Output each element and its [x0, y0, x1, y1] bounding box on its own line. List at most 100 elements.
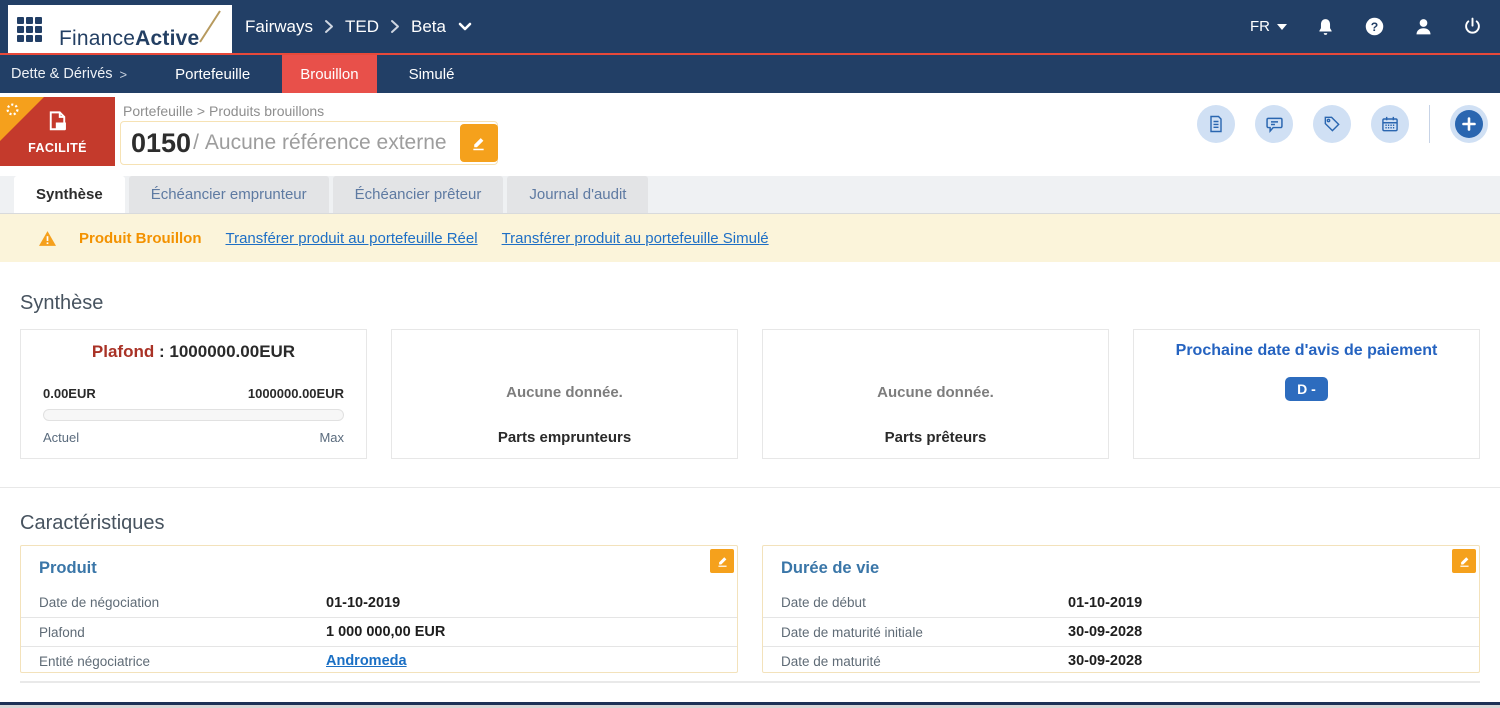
- row-label: Date de maturité initiale: [781, 624, 923, 640]
- nav-item-portefeuille[interactable]: Portefeuille: [157, 55, 268, 93]
- header-action-buttons: [1197, 105, 1488, 143]
- language-label: FR: [1250, 18, 1270, 35]
- row-value: 30-09-2028: [1068, 624, 1143, 640]
- draft-warning-banner: Produit Brouillon Transférer produit au …: [0, 214, 1500, 262]
- edit-pencil-icon: [473, 137, 484, 150]
- module-navbar: Dette & Dérivés > Portefeuille Brouillon…: [0, 55, 1500, 93]
- row-label: Date de maturité: [781, 653, 881, 669]
- d-minus-badge: D -: [1285, 377, 1328, 401]
- divider: [1429, 105, 1430, 143]
- no-data-text: Aucune donnée.: [506, 384, 623, 401]
- tab-echeancier-emprunteur[interactable]: Échéancier emprunteur: [128, 176, 329, 213]
- nav-item-brouillon[interactable]: Brouillon: [282, 55, 377, 93]
- plafond-card: Plafond : 1000000.00EUR 0.00EUR 1000000.…: [20, 329, 367, 459]
- transfer-reel-link[interactable]: Transférer produit au portefeuille Réel: [225, 230, 477, 247]
- breadcrumb: Fairways TED Beta: [245, 17, 473, 37]
- add-button[interactable]: [1450, 105, 1488, 143]
- facility-label: FACILITÉ: [28, 140, 87, 155]
- calendar-button[interactable]: [1371, 105, 1409, 143]
- table-row: Date de début 01-10-2019: [763, 588, 1479, 617]
- tab-synthese[interactable]: Synthèse: [14, 176, 125, 213]
- edit-pencil-icon: [717, 556, 727, 567]
- chevron-down-icon[interactable]: [457, 21, 473, 33]
- logo-slash-icon: [199, 10, 222, 43]
- plus-icon: [1455, 110, 1483, 138]
- breadcrumb-item-ted[interactable]: TED: [345, 17, 379, 37]
- nav-item-simule[interactable]: Simulé: [391, 55, 473, 93]
- caption-actuel: Actuel: [43, 430, 80, 445]
- product-header: FACILITÉ Portefeuille > Produits brouill…: [0, 93, 1500, 176]
- nav-section-label: Dette & Dérivés: [11, 66, 113, 82]
- parts-preteurs-card: Aucune donnée. Parts prêteurs: [762, 329, 1109, 459]
- notifications-bell-icon[interactable]: [1314, 16, 1336, 38]
- tab-journal-audit[interactable]: Journal d'audit: [507, 176, 649, 213]
- prochaine-date-card: Prochaine date d'avis de paiement D -: [1133, 329, 1480, 459]
- no-data-text: Aucune donnée.: [877, 384, 994, 401]
- main-content: Synthèse Plafond : 1000000.00EUR 0.00EUR…: [0, 292, 1500, 683]
- comment-icon: [1265, 117, 1283, 133]
- language-selector[interactable]: FR: [1250, 18, 1287, 35]
- product-reference-placeholder: Aucune référence externe: [204, 131, 447, 154]
- document-copy-icon: [49, 110, 66, 130]
- table-row: Date de maturité 30-09-2028: [763, 646, 1479, 675]
- plafond-min: 0.00EUR: [43, 386, 96, 401]
- app-grid-icon[interactable]: [17, 16, 42, 42]
- edit-reference-button[interactable]: [459, 124, 498, 162]
- logo-finance: Finance: [59, 27, 136, 50]
- tab-echeancier-preteur[interactable]: Échéancier prêteur: [332, 176, 504, 213]
- caption-max: Max: [319, 430, 344, 445]
- table-row: Date de maturité initiale 30-09-2028: [763, 617, 1479, 646]
- synthese-section-title: Synthèse: [20, 292, 104, 314]
- parts-preteurs-title: Parts prêteurs: [884, 429, 987, 446]
- entite-negociatrice-link[interactable]: Andromeda: [326, 653, 407, 669]
- documents-button[interactable]: [1197, 105, 1235, 143]
- duree-de-vie-panel: Durée de vie Date de début 01-10-2019 Da…: [762, 545, 1480, 673]
- topbar-controls: FR ?: [1250, 16, 1500, 38]
- warning-triangle-icon: [39, 230, 56, 246]
- edit-pencil-icon: [1459, 556, 1469, 567]
- chevron-right-icon: [390, 19, 400, 34]
- help-icon[interactable]: ?: [1363, 16, 1385, 38]
- row-value: 01-10-2019: [326, 594, 401, 611]
- product-title-box: 0150 / Aucune référence externe: [120, 121, 498, 165]
- plafond-progress-bar: [43, 409, 344, 421]
- chevron-right-icon: [324, 19, 334, 34]
- title-separator: /: [193, 131, 199, 154]
- row-label: Date de négociation: [39, 595, 160, 610]
- plafond-label: Plafond: [91, 342, 155, 361]
- produit-panel: Produit Date de négociation 01-10-2019 P…: [20, 545, 738, 673]
- product-breadcrumb: Portefeuille > Produits brouillons: [123, 103, 325, 119]
- row-value: 30-09-2028: [1068, 653, 1143, 669]
- row-label: Plafond: [39, 624, 85, 640]
- table-row: Plafond 1 000 000,00 EUR: [21, 617, 737, 646]
- logout-power-icon[interactable]: [1461, 16, 1483, 38]
- nav-section-dette-derives[interactable]: Dette & Dérivés >: [0, 55, 141, 93]
- chevron-right-icon: >: [119, 66, 128, 82]
- edit-produit-button[interactable]: [710, 549, 734, 573]
- footer-edge: [0, 702, 1500, 708]
- paiement-card-title: Prochaine date d'avis de paiement: [1175, 342, 1438, 359]
- transfer-simule-link[interactable]: Transférer produit au portefeuille Simul…: [502, 230, 769, 247]
- produit-rows: Date de négociation 01-10-2019 Plafond 1…: [21, 588, 737, 675]
- tags-button[interactable]: [1313, 105, 1351, 143]
- breadcrumb-item-fairways[interactable]: Fairways: [245, 17, 313, 37]
- plafond-max: 1000000.00EUR: [247, 386, 344, 401]
- product-tabs: Synthèse Échéancier emprunteur Échéancie…: [0, 176, 1500, 214]
- edit-duree-button[interactable]: [1452, 549, 1476, 573]
- row-label: Date de début: [781, 595, 866, 610]
- summary-cards: Plafond : 1000000.00EUR 0.00EUR 1000000.…: [20, 329, 1480, 459]
- tag-icon: [1324, 116, 1340, 132]
- breadcrumb-item-beta[interactable]: Beta: [411, 17, 446, 37]
- parts-emprunteurs-title: Parts emprunteurs: [497, 429, 632, 446]
- plafond-colon: :: [158, 342, 165, 361]
- logo-plate: FinanceActive: [8, 5, 232, 53]
- user-profile-icon[interactable]: [1412, 16, 1434, 38]
- row-value: 01-10-2019: [1068, 594, 1143, 611]
- document-icon: [1210, 115, 1222, 133]
- plafond-value: 1000000.00EUR: [169, 342, 296, 361]
- comments-button[interactable]: [1255, 105, 1293, 143]
- calendar-icon: [1382, 116, 1398, 132]
- logo-active: Active: [135, 27, 200, 50]
- caret-down-icon: [1277, 23, 1287, 30]
- brand-logo[interactable]: FinanceActive: [59, 7, 223, 51]
